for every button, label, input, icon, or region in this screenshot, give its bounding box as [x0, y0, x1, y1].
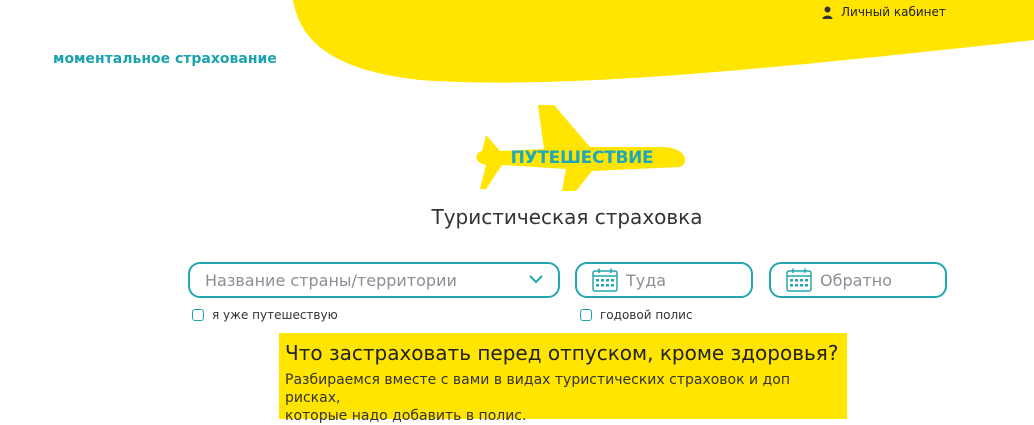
brand-tagline[interactable]: моментальное страхование: [53, 51, 277, 67]
travel-category-label: ПУТЕШЕСТВИЕ: [510, 148, 654, 168]
page-title: Туристическая страховка: [431, 205, 703, 229]
banner-title: Что застраховать перед отпуском, кроме з…: [285, 341, 839, 365]
checkbox-box[interactable]: [192, 309, 204, 321]
departure-date-field[interactable]: Туда: [575, 262, 753, 298]
banner-text: Разбираемся вместе с вами в видах турист…: [285, 371, 841, 425]
country-select[interactable]: Название страны/территории: [188, 262, 560, 298]
chevron-down-icon: [529, 275, 543, 284]
annual-policy-checkbox[interactable]: годовой полис: [580, 308, 693, 322]
checkbox-box[interactable]: [580, 309, 592, 321]
country-placeholder: Название страны/территории: [205, 270, 457, 290]
banner-text-line: которые надо добавить в полис.: [285, 408, 527, 424]
already-traveling-checkbox[interactable]: я уже путешествую: [192, 308, 338, 322]
departure-placeholder: Туда: [626, 270, 667, 290]
annual-policy-label: годовой полис: [600, 308, 693, 322]
account-link[interactable]: Личный кабинет: [822, 4, 946, 20]
banner-text-line: Разбираемся вместе с вами в видах турист…: [285, 372, 790, 406]
calendar-icon: [592, 268, 618, 292]
calendar-icon: [786, 268, 812, 292]
return-date-field[interactable]: Обратно: [769, 262, 947, 298]
article-banner[interactable]: Что застраховать перед отпуском, кроме з…: [279, 333, 847, 424]
user-icon: [822, 6, 833, 19]
return-placeholder: Обратно: [820, 270, 892, 290]
account-link-label: Личный кабинет: [841, 5, 946, 19]
already-traveling-label: я уже путешествую: [212, 308, 338, 322]
